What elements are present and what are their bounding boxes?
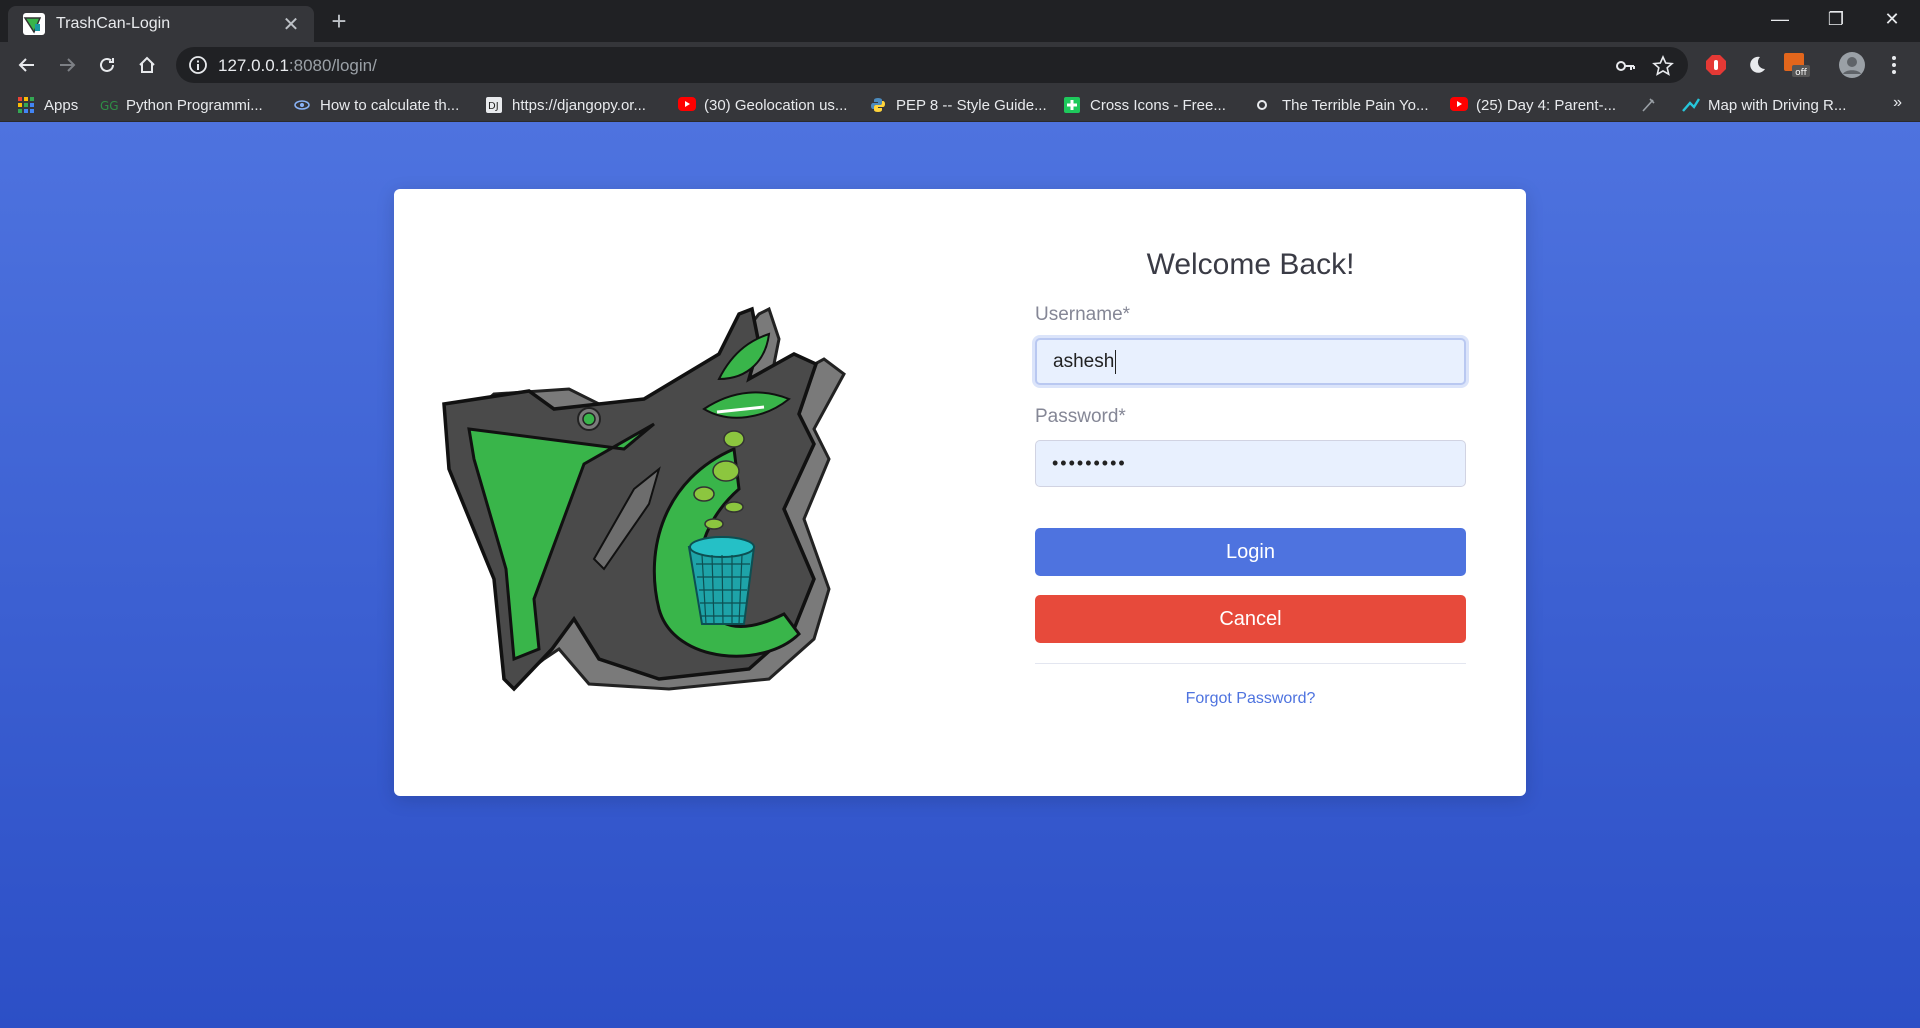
profile-avatar-icon[interactable]	[1838, 51, 1866, 79]
gfg-icon: GG	[100, 97, 119, 113]
bookmark-cross-icons[interactable]: Cross Icons - Free...	[1064, 94, 1226, 116]
trashcan-logo	[434, 279, 894, 709]
extension-icon[interactable]: off	[1782, 51, 1810, 79]
djangopy-icon: DJ	[486, 97, 502, 113]
bookmark-label: The Terrible Pain Yo...	[1282, 96, 1429, 114]
bookmark-label: PEP 8 -- Style Guide...	[896, 96, 1047, 114]
tab-title: TrashCan-Login	[56, 15, 171, 32]
username-label: Username*	[1035, 304, 1131, 325]
minimize-icon[interactable]: —	[1752, 0, 1808, 38]
bookmarks-overflow-button[interactable]: »	[1893, 94, 1902, 112]
dark-mode-moon-icon[interactable]	[1742, 51, 1770, 79]
bookmark-python-programming[interactable]: GG Python Programmi...	[100, 94, 263, 116]
svg-text:DJ: DJ	[488, 101, 499, 112]
url-text: 127.0.0.1:8080/login/	[218, 56, 377, 76]
browser-tabstrip: TrashCan-Login ✕ + — ❐ ✕	[0, 0, 1920, 42]
bookmark-pep8[interactable]: PEP 8 -- Style Guide...	[870, 94, 1047, 116]
browser-tab[interactable]: TrashCan-Login ✕	[8, 6, 314, 42]
cross-icons-site-icon	[1064, 97, 1080, 113]
bookmark-terrible-pain[interactable]: The Terrible Pain Yo...	[1256, 94, 1428, 116]
address-bar[interactable]: 127.0.0.1:8080/login/	[176, 47, 1688, 83]
password-value: •••••••••	[1052, 453, 1127, 473]
cancel-button[interactable]: Cancel	[1035, 595, 1466, 643]
bookmark-label: Map with Driving R...	[1708, 96, 1847, 114]
window-close-icon[interactable]: ✕	[1864, 0, 1920, 38]
bookmark-geolocation[interactable]: (30) Geolocation us...	[678, 94, 847, 116]
forgot-password-link[interactable]: Forgot Password?	[1035, 690, 1466, 708]
bookmark-map-driving[interactable]: Map with Driving R...	[1682, 94, 1846, 116]
bookmark-label: (25) Day 4: Parent-...	[1476, 96, 1617, 114]
window-controls: — ❐ ✕	[1752, 0, 1920, 38]
back-icon[interactable]	[10, 49, 44, 81]
bookmarks-bar: Apps GG Python Programmi... How to calcu…	[0, 88, 1920, 122]
text-caret	[1115, 349, 1117, 374]
python-icon	[870, 97, 886, 113]
divider	[1035, 663, 1466, 664]
new-tab-button[interactable]: +	[324, 6, 354, 36]
youtube-icon	[678, 97, 696, 113]
forward-icon[interactable]	[50, 49, 84, 81]
apps-grid-icon	[18, 97, 34, 113]
bookmark-label: Apps	[44, 96, 79, 114]
login-button[interactable]: Login	[1035, 528, 1466, 576]
bookmark-label: Cross Icons - Free...	[1090, 96, 1226, 114]
page-background: Welcome Back! Username* ashesh Password*…	[0, 122, 1920, 1028]
eye-icon	[294, 97, 310, 113]
restore-icon[interactable]: ❐	[1808, 0, 1864, 38]
reload-icon[interactable]	[90, 49, 124, 81]
adblock-extension-icon[interactable]	[1702, 51, 1730, 79]
menu-kebab-icon[interactable]	[1880, 51, 1908, 79]
youtube-icon	[1450, 97, 1468, 113]
star-icon[interactable]	[1652, 55, 1674, 77]
svg-text:GG: GG	[100, 99, 118, 113]
bookmark-djangopy[interactable]: DJ https://djangopy.or...	[486, 94, 646, 116]
login-card: Welcome Back! Username* ashesh Password*…	[394, 189, 1526, 796]
bookmark-how-to-calculate[interactable]: How to calculate th...	[294, 94, 459, 116]
bookmark-apps[interactable]: Apps	[18, 94, 78, 116]
close-icon[interactable]: ✕	[280, 12, 302, 37]
trashcan-favicon-icon	[22, 12, 46, 36]
map-route-icon	[1682, 97, 1701, 113]
browser-toolbar: 127.0.0.1:8080/login/ off	[0, 42, 1920, 88]
username-value: ashesh	[1053, 350, 1115, 372]
tool-icon	[1640, 97, 1656, 113]
bookmark-label: https://djangopy.or...	[512, 96, 646, 114]
bookmark-tool[interactable]	[1640, 94, 1666, 116]
username-field[interactable]: ashesh	[1035, 338, 1466, 385]
bookmark-label: How to calculate th...	[320, 96, 460, 114]
bookmark-day4-parent[interactable]: (25) Day 4: Parent-...	[1450, 94, 1616, 116]
page-title: Welcome Back!	[1146, 248, 1355, 281]
bookmark-label: (30) Geolocation us...	[704, 96, 848, 114]
key-icon[interactable]	[1614, 55, 1636, 77]
medium-icon	[1256, 97, 1272, 113]
home-icon[interactable]	[130, 49, 164, 81]
url-host: 127.0.0.1	[218, 56, 289, 75]
extension-badge-text: off	[1795, 68, 1808, 78]
url-path: :8080/login/	[288, 56, 377, 75]
password-field[interactable]: •••••••••	[1035, 440, 1466, 487]
password-label: Password*	[1035, 406, 1126, 427]
login-form: Welcome Back! Username* ashesh Password*…	[1035, 244, 1466, 708]
info-icon[interactable]	[188, 55, 208, 75]
bookmark-label: Python Programmi...	[126, 96, 263, 114]
